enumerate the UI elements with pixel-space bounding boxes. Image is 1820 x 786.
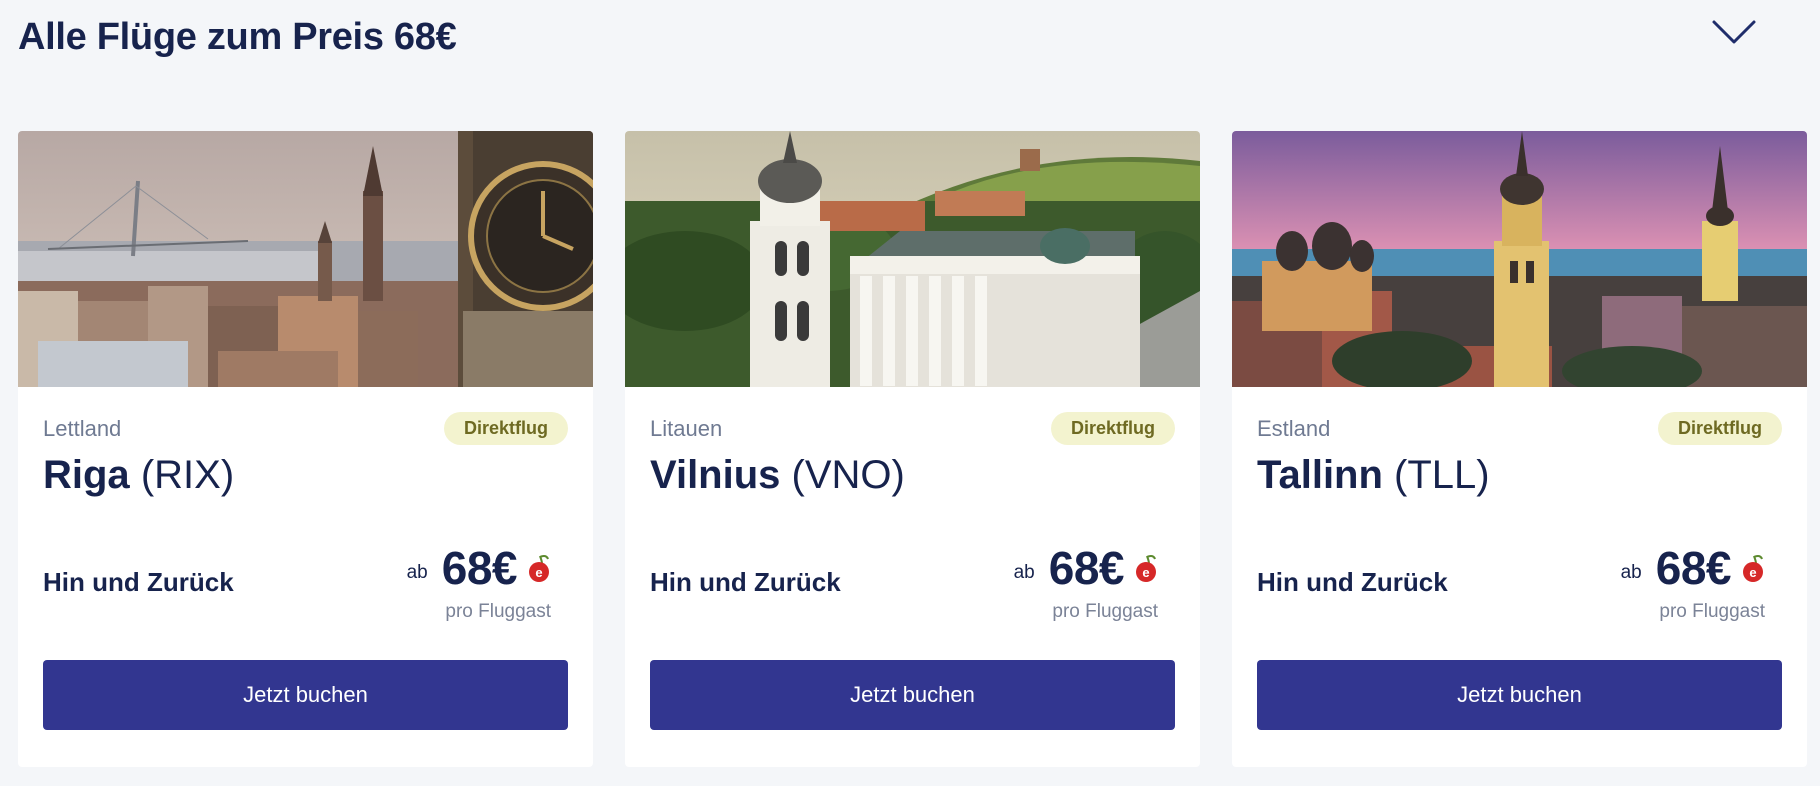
- destination-title: Tallinn (TLL): [1257, 453, 1490, 498]
- destination-card-riga: Lettland Direktflug Riga (RIX) Hin und Z…: [18, 131, 593, 767]
- price-prefix: ab: [1620, 562, 1642, 583]
- price-value: 68€: [441, 542, 518, 594]
- page-title: Alle Flüge zum Preis 68€: [18, 16, 457, 58]
- svg-text:e: e: [535, 565, 542, 580]
- direct-flight-badge: Direktflug: [443, 412, 568, 445]
- direct-flight-badge: Direktflug: [1657, 412, 1782, 445]
- trip-type-label: Hin und Zurück: [1257, 567, 1448, 597]
- city-name: Tallinn: [1257, 453, 1383, 497]
- price-note: pro Fluggast: [1052, 601, 1158, 622]
- trip-type-label: Hin und Zurück: [43, 567, 234, 597]
- destination-card-tallinn: Estland Direktflug Tallinn (TLL) Hin und…: [1232, 131, 1807, 767]
- destination-title: Riga (RIX): [43, 453, 234, 498]
- cherry-euro-icon: e: [1136, 554, 1156, 582]
- tallinn-old-town-image: [1232, 131, 1807, 387]
- country-label: Lettland: [43, 416, 122, 441]
- vilnius-cathedral-image: [625, 131, 1200, 387]
- airport-code: (VNO): [791, 453, 905, 497]
- cherry-euro-icon: e: [529, 554, 549, 582]
- riga-cityscape-image: [18, 131, 593, 387]
- price-prefix: ab: [1013, 562, 1035, 583]
- city-name: Riga: [43, 453, 130, 497]
- destination-cards: Lettland Direktflug Riga (RIX) Hin und Z…: [18, 131, 1807, 767]
- flights-page: Alle Flüge zum Preis 68€ Lettland Direkt…: [0, 0, 1820, 786]
- country-label: Estland: [1257, 416, 1331, 441]
- section-header: Alle Flüge zum Preis 68€: [18, 12, 1820, 62]
- price-block: ab 68€ e pro Fluggast: [407, 541, 551, 623]
- svg-text:e: e: [1749, 565, 1756, 580]
- book-now-button[interactable]: Jetzt buchen: [43, 660, 568, 730]
- cherry-euro-icon: e: [1743, 554, 1763, 582]
- airport-code: (TLL): [1394, 453, 1490, 497]
- price-block: ab 68€ e pro Fluggast: [1621, 541, 1765, 623]
- price-value: 68€: [1655, 542, 1732, 594]
- trip-type-label: Hin und Zurück: [650, 567, 841, 597]
- book-now-button[interactable]: Jetzt buchen: [650, 660, 1175, 730]
- direct-flight-badge: Direktflug: [1050, 412, 1175, 445]
- collapse-toggle-button[interactable]: [1700, 10, 1768, 50]
- book-now-button[interactable]: Jetzt buchen: [1257, 660, 1782, 730]
- country-label: Litauen: [650, 416, 723, 441]
- price-note: pro Fluggast: [445, 601, 551, 622]
- price-value: 68€: [1048, 542, 1125, 594]
- destination-title: Vilnius (VNO): [650, 453, 905, 498]
- city-name: Vilnius: [650, 453, 781, 497]
- svg-text:e: e: [1142, 565, 1149, 580]
- price-block: ab 68€ e pro Fluggast: [1014, 541, 1158, 623]
- airport-code: (RIX): [140, 453, 235, 497]
- price-note: pro Fluggast: [1659, 601, 1765, 622]
- chevron-down-icon: [1712, 20, 1756, 44]
- destination-card-vilnius: Litauen Direktflug Vilnius (VNO) Hin und…: [625, 131, 1200, 767]
- price-prefix: ab: [406, 562, 428, 583]
